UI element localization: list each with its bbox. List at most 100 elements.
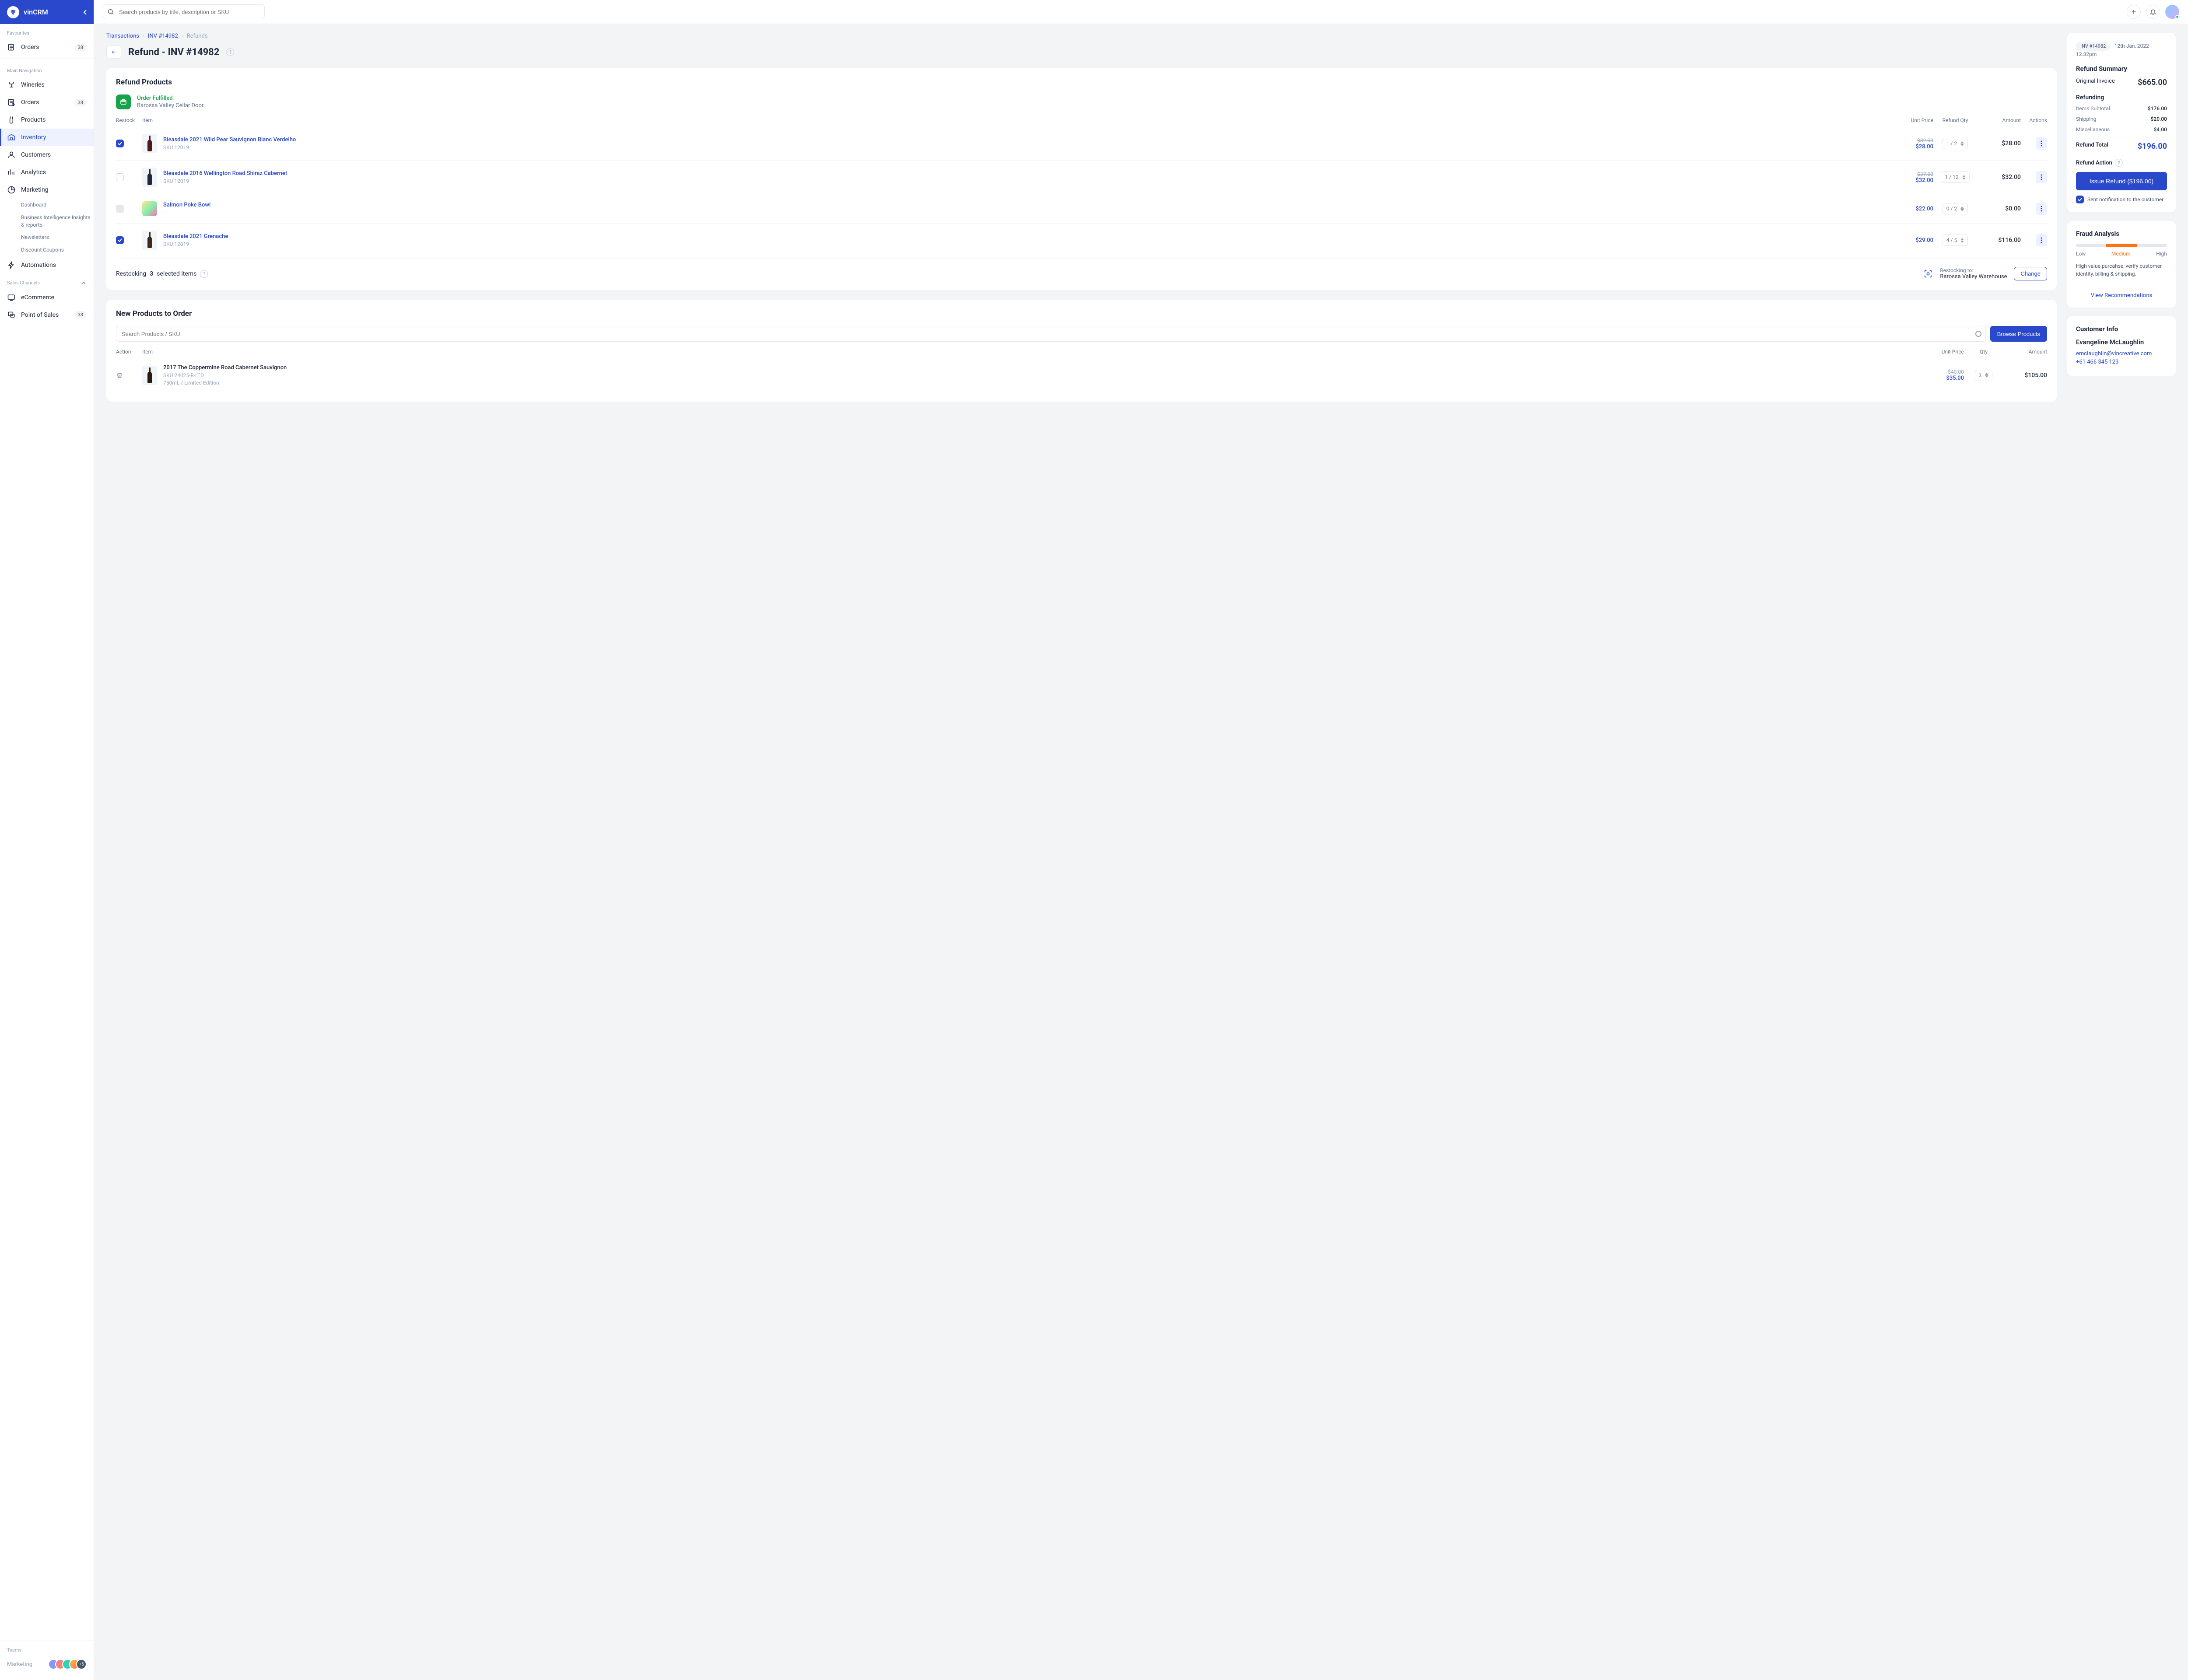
misc-label: Miscellaneous	[2076, 126, 2110, 133]
breadcrumb-invoice[interactable]: INV #14982	[148, 33, 178, 39]
customer-phone[interactable]: +61 466 345 123	[2076, 359, 2167, 365]
main-nav-section-label: Main Navigation	[0, 62, 94, 76]
fraud-low-label: Low	[2076, 251, 2086, 257]
th-refund-qty: Refund Qty	[1933, 117, 1977, 123]
help-icon[interactable]: ?	[200, 270, 208, 278]
th-amount: Amount	[1977, 117, 2021, 123]
customer-info-card: Customer Info Evangeline McLaughlin emcl…	[2067, 316, 2176, 376]
notifications-button[interactable]	[2146, 5, 2160, 19]
sidebar-collapse-button[interactable]	[83, 9, 88, 15]
invoice-badge: INV #14982	[2076, 42, 2110, 51]
sidebar-item-wineries[interactable]: Wineries	[0, 76, 94, 94]
restock-text-post: selected items	[157, 270, 196, 277]
stepper-arrows[interactable]	[1960, 141, 1964, 146]
winery-icon	[7, 80, 16, 89]
sidebar-item-pos[interactable]: Point of Sales 38	[0, 306, 94, 324]
original-invoice-label: Original Invoice	[2076, 78, 2115, 87]
row-menu-button[interactable]	[2036, 137, 2047, 150]
product-name[interactable]: Salmon Poke Bowl	[163, 202, 210, 208]
customer-email[interactable]: emclaughlin@vincreative.com	[2076, 350, 2167, 357]
analytics-icon	[7, 168, 16, 177]
user-avatar[interactable]	[2165, 5, 2179, 19]
brand-logo	[7, 6, 19, 18]
breadcrumb-transactions[interactable]: Transactions	[106, 33, 139, 39]
sidebar-item-analytics[interactable]: Analytics	[0, 164, 94, 181]
stepper-arrows[interactable]	[1960, 206, 1964, 211]
inventory-icon	[7, 133, 16, 142]
refund-products-card: Refund Products Order Fulfilled Barossa …	[106, 68, 2057, 290]
fulfilled-icon	[116, 94, 131, 109]
row-menu-button[interactable]	[2036, 203, 2047, 215]
line-amount: $32.00	[1977, 174, 2021, 181]
subnav-dashboard[interactable]: Dashboard	[21, 199, 94, 211]
summary-title: Refund Summary	[2076, 65, 2167, 73]
row-menu-button[interactable]	[2036, 234, 2047, 246]
product-sku: -	[163, 210, 210, 216]
ecommerce-icon	[7, 293, 16, 302]
view-recommendations-link[interactable]: View Recommendations	[2076, 285, 2167, 299]
restock-checkbox[interactable]	[116, 205, 124, 213]
restock-checkbox[interactable]	[116, 140, 124, 147]
product-search-input[interactable]	[116, 326, 1986, 342]
sidebar-item-marketing[interactable]: Marketing	[0, 181, 94, 199]
search-input[interactable]	[103, 4, 265, 19]
restock-location: Barossa Valley Warehouse	[1940, 273, 2007, 280]
refund-summary-card: INV #14982 12th Jan, 2022 - 12.32pm Refu…	[2067, 33, 2176, 212]
sidebar-item-ecommerce[interactable]: eCommerce	[0, 289, 94, 306]
product-name[interactable]: Bleasdale 2016 Wellington Road Shiraz Ca…	[163, 170, 287, 177]
qty-stepper[interactable]: 1 / 2	[1943, 138, 1968, 149]
stepper-arrows[interactable]	[1960, 238, 1964, 243]
team-name: Marketing	[7, 1661, 32, 1668]
subnav-newsletters[interactable]: Newsletters	[21, 231, 94, 244]
subnav-coupons[interactable]: Discount Coupons	[21, 244, 94, 256]
brand-header: vinCRM	[0, 0, 94, 24]
help-icon[interactable]: ?	[226, 48, 234, 56]
table-header: Action Item Unit Price Qty Amount	[116, 349, 2047, 358]
restock-checkbox[interactable]	[116, 173, 124, 181]
chevron-up-icon[interactable]	[81, 280, 87, 286]
issue-refund-button[interactable]: Issue Refund ($196.00)	[2076, 172, 2167, 190]
product-name[interactable]: Bleasdale 2021 Wild Pear Sauvignon Blanc…	[163, 136, 296, 143]
sidebar-item-customers[interactable]: Customers	[0, 146, 94, 164]
notify-checkbox[interactable]	[2076, 196, 2084, 203]
global-search	[103, 4, 265, 19]
qty-stepper[interactable]: 4 / 5	[1943, 234, 1968, 246]
card-title: New Products to Order	[116, 309, 2047, 318]
sidebar-fav-orders[interactable]: Orders 38	[0, 38, 94, 56]
sidebar-item-products[interactable]: Products	[0, 111, 94, 129]
back-button[interactable]	[106, 46, 121, 59]
sidebar-item-inventory[interactable]: Inventory	[0, 129, 94, 146]
th-unit-price: Unit Price	[1894, 117, 1933, 123]
restock-checkbox[interactable]	[116, 236, 124, 244]
customer-name: Evangeline McLaughlin	[2076, 338, 2167, 346]
stepper-arrows[interactable]	[1985, 373, 1988, 378]
sidebar-item-orders[interactable]: Orders 38	[0, 94, 94, 111]
chevron-right-icon: ›	[143, 33, 144, 39]
chevron-right-icon: ›	[182, 33, 183, 39]
table-header: Restock Item Unit Price Refund Qty Amoun…	[116, 117, 2047, 127]
qty-stepper[interactable]: 1 / 12	[1941, 172, 1969, 183]
row-menu-button[interactable]	[2036, 171, 2047, 183]
product-name[interactable]: Bleasdale 2021 Grenache	[163, 233, 228, 240]
products-icon	[7, 116, 16, 124]
browse-products-button[interactable]: Browse Products	[1990, 326, 2047, 342]
add-button[interactable]	[2127, 5, 2141, 19]
qty-stepper[interactable]: 3	[1975, 370, 1993, 381]
marketing-icon	[7, 186, 16, 194]
current-price: $29.00	[1894, 237, 1933, 244]
delete-icon[interactable]	[116, 372, 123, 379]
fraud-meter	[2076, 244, 2167, 247]
nav-label: Inventory	[21, 134, 87, 141]
sidebar-item-automations[interactable]: Automations	[0, 256, 94, 274]
current-price: $22.00	[1894, 206, 1933, 212]
team-row-marketing[interactable]: Marketing +5	[0, 1656, 94, 1673]
change-location-button[interactable]: Change	[2014, 267, 2047, 280]
qty-stepper[interactable]: 0 / 2	[1943, 203, 1968, 214]
product-sku: SKU 12019	[163, 178, 287, 184]
subnav-bi[interactable]: Business Intelligence Insights & reports…	[21, 211, 94, 231]
help-icon[interactable]: ?	[2115, 159, 2123, 167]
stepper-arrows[interactable]	[1962, 175, 1966, 180]
nav-label: Marketing	[21, 186, 87, 193]
restock-count: 3	[150, 270, 153, 277]
nav-label: Products	[21, 116, 87, 123]
